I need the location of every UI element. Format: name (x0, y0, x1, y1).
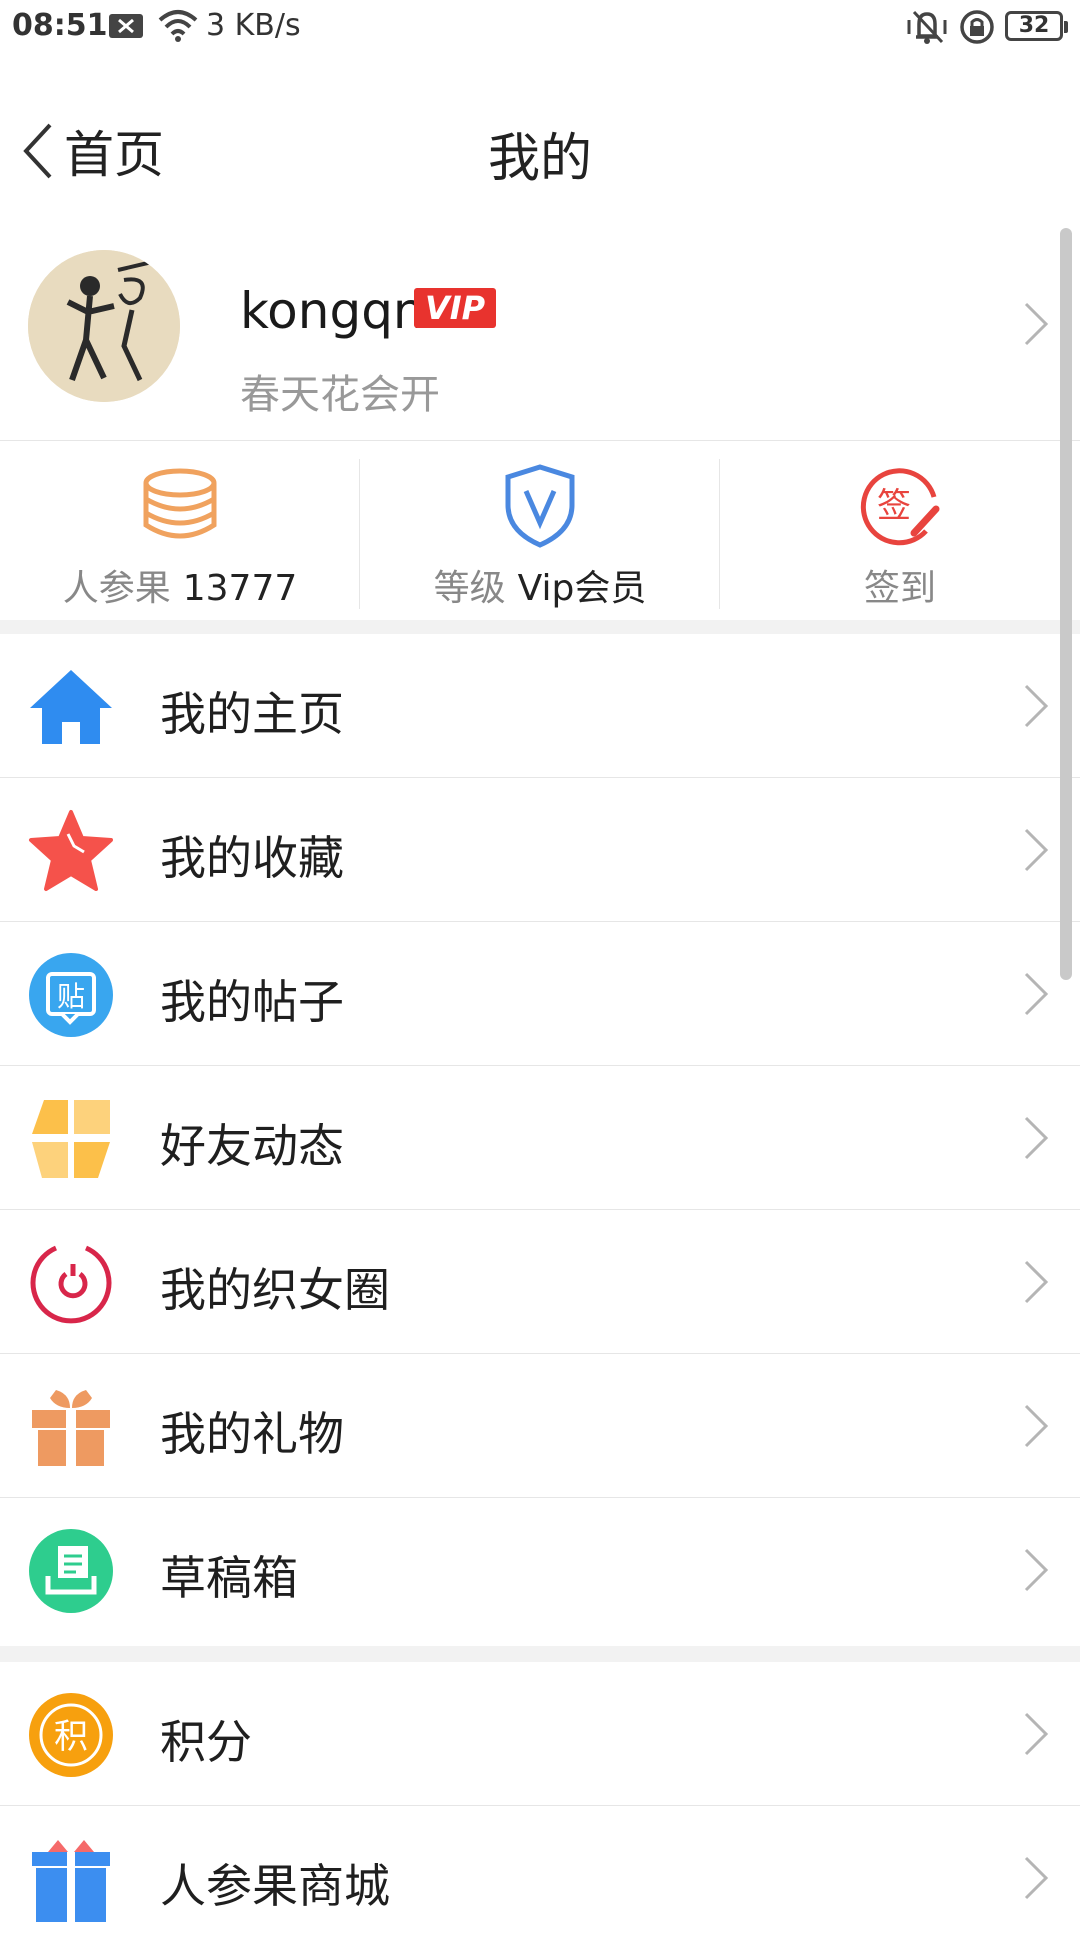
menu-my-weaver-circle[interactable]: 我的织女圈 (0, 1210, 1080, 1354)
pinwheel-icon (32, 1100, 110, 1178)
menu-label: 我的主页 (160, 687, 344, 741)
coin-stack-icon (143, 468, 217, 539)
avatar[interactable] (28, 250, 180, 402)
menu-label: 我的礼物 (160, 1407, 344, 1461)
draft-icon (29, 1529, 113, 1613)
menu-label: 草稿箱 (160, 1551, 298, 1605)
stat-value: Vip会员 (517, 568, 647, 609)
chevron-right-icon (1024, 1404, 1049, 1448)
scrollbar[interactable] (1060, 228, 1072, 980)
section-divider (0, 620, 1080, 634)
username: kongqn (240, 282, 425, 340)
status-time: 08:51 (12, 8, 108, 43)
user-signature: 春天花会开 (240, 372, 440, 418)
stat-label: 人参果 (62, 568, 171, 609)
stat-value: 13777 (182, 568, 298, 609)
chevron-right-icon (1024, 1260, 1049, 1304)
wifi-icon (158, 10, 198, 42)
post-icon: 贴 (29, 953, 113, 1037)
menu-ginseng-shop[interactable]: 人参果商城 (0, 1806, 1080, 1950)
menu-my-homepage[interactable]: 我的主页 (0, 634, 1080, 778)
notification-icon (109, 14, 143, 38)
shop-gift-icon (32, 1840, 110, 1922)
stat-label: 签到 (863, 568, 936, 609)
menu-label: 人参果商城 (160, 1859, 390, 1913)
nav-bar: 首页 我的 (0, 56, 1080, 236)
menu-my-favorites[interactable]: 我的收藏 (0, 778, 1080, 922)
menu-drafts[interactable]: 草稿箱 (0, 1498, 1080, 1642)
status-bar: 08:51 3 KB/s 32 (0, 0, 1080, 56)
chevron-right-icon (1024, 1116, 1049, 1160)
menu-label: 我的收藏 (160, 831, 344, 885)
chevron-right-icon (1024, 684, 1049, 728)
chevron-right-icon (1024, 972, 1049, 1016)
home-icon (30, 670, 112, 744)
stat-ginseng-fruit[interactable]: 人参果 13777 (0, 441, 360, 621)
circle-icon (30, 1245, 112, 1324)
chevron-right-icon (1024, 828, 1049, 872)
chevron-right-icon (1024, 1548, 1049, 1592)
gift-icon (32, 1390, 110, 1466)
stat-sign-in[interactable]: 签 签到 (720, 441, 1080, 621)
menu-label: 我的织女圈 (160, 1263, 390, 1317)
avatar-image (28, 250, 180, 402)
svg-text:签: 签 (877, 486, 911, 526)
rotation-lock-icon (960, 10, 994, 44)
sign-in-icon: 签 (860, 468, 940, 546)
svg-text:积: 积 (54, 1717, 88, 1757)
svg-text:贴: 贴 (57, 980, 85, 1013)
stat-label: 等级 (433, 568, 506, 609)
menu-my-gifts[interactable]: 我的礼物 (0, 1354, 1080, 1498)
page-title: 我的 (487, 129, 592, 189)
chevron-right-icon (1024, 302, 1049, 346)
stat-level[interactable]: 等级 Vip会员 (360, 441, 720, 621)
menu-label: 我的帖子 (160, 975, 344, 1029)
menu-label: 积分 (160, 1715, 252, 1769)
menu-label: 好友动态 (160, 1119, 344, 1173)
section-divider (0, 1646, 1080, 1662)
network-speed: 3 KB/s (206, 8, 301, 43)
points-icon: 积 (29, 1693, 113, 1777)
menu-friends-feed[interactable]: 好友动态 (0, 1066, 1080, 1210)
menu-points[interactable]: 积 积分 (0, 1662, 1080, 1806)
chevron-right-icon (1024, 1712, 1049, 1756)
vibrate-bell-icon (907, 10, 947, 44)
vip-badge: VIP (414, 288, 496, 328)
shield-v-icon (505, 464, 575, 548)
menu-my-posts[interactable]: 贴 我的帖子 (0, 922, 1080, 1066)
chevron-right-icon (1024, 1856, 1049, 1900)
star-icon (29, 810, 113, 891)
battery-indicator: 32 (1005, 11, 1068, 41)
stats-row: 人参果 13777 等级 Vip会员 签 签到 (0, 440, 1080, 620)
profile-card[interactable]: kongqn VIP 春天花会开 (0, 236, 1080, 440)
